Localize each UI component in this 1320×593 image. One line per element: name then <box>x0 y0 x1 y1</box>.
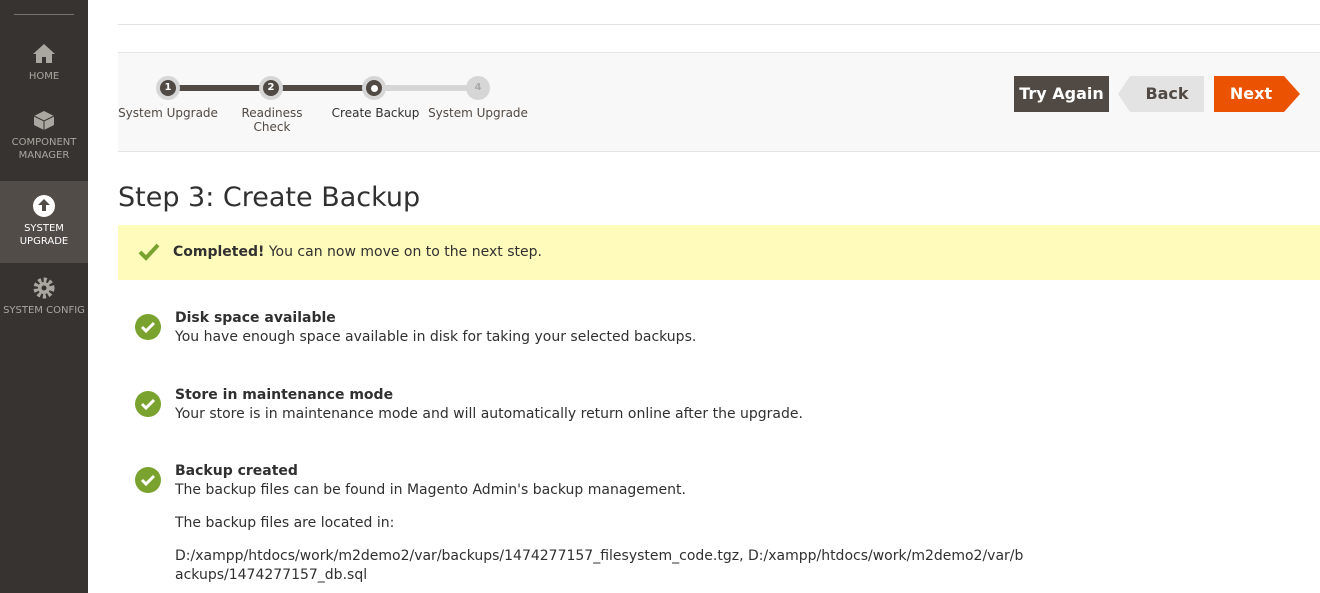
check-circle-icon <box>135 467 161 493</box>
sidebar-item-label: COMPONENT MANAGER <box>11 137 77 161</box>
sidebar-item-label: HOME <box>28 71 60 82</box>
gear-icon <box>33 277 55 299</box>
sidebar-item-home[interactable]: HOME <box>0 42 88 92</box>
try-again-button[interactable]: Try Again <box>1014 76 1109 112</box>
check-title: Store in maintenance mode <box>175 387 394 403</box>
sidebar-item-label: SYSTEM UPGRADE <box>19 223 69 247</box>
check-desc: You have enough space available in disk … <box>175 329 697 345</box>
upgrade-icon <box>33 195 55 217</box>
next-button[interactable]: Next <box>1214 76 1300 112</box>
progress-track-todo <box>373 85 478 91</box>
check-title: Backup created <box>175 463 298 479</box>
back-button[interactable]: Back <box>1118 76 1204 112</box>
step-4-marker: 4 <box>466 76 490 100</box>
step-label: Create Backup <box>331 106 420 120</box>
sidebar-item-system-upgrade[interactable]: SYSTEM UPGRADE <box>0 181 88 263</box>
divider <box>14 14 74 15</box>
progress-bar: 1 2 4 System Upgrade Readiness Check Cre… <box>118 52 1320 152</box>
message-strong: Completed! <box>173 244 265 260</box>
page-title: Step 3: Create Backup <box>118 182 421 213</box>
sidebar-item-system-config[interactable]: SYSTEM CONFIG <box>0 276 88 336</box>
step-1-marker: 1 <box>156 76 180 100</box>
check-circle-icon <box>135 391 161 417</box>
message-text: You can now move on to the next step. <box>264 244 542 260</box>
component-icon <box>33 111 55 130</box>
check-desc: The backup files can be found in Magento… <box>175 482 686 498</box>
sidebar-item-component-manager[interactable]: COMPONENT MANAGER <box>0 108 88 168</box>
home-icon <box>33 44 55 63</box>
backup-paths: D:/xampp/htdocs/work/m2demo2/var/backups… <box>175 548 1024 583</box>
step-2-marker: 2 <box>259 76 283 100</box>
success-message: Completed! You can now move on to the ne… <box>118 225 1320 280</box>
step-label: System Upgrade <box>118 106 218 120</box>
checkmark-icon <box>138 243 160 261</box>
sidebar: HOME COMPONENT MANAGER SYSTEM UPGRADE SY… <box>0 0 88 593</box>
sidebar-item-label: SYSTEM CONFIG <box>3 305 85 316</box>
check-desc: Your store is in maintenance mode and wi… <box>175 406 803 422</box>
check-circle-icon <box>135 314 161 340</box>
divider <box>118 24 1320 25</box>
step-label: Readiness Check <box>241 106 303 134</box>
backup-location-label: The backup files are located in: <box>175 515 395 531</box>
step-3-marker <box>362 76 386 100</box>
step-label: System Upgrade <box>428 106 528 120</box>
check-title: Disk space available <box>175 310 336 326</box>
